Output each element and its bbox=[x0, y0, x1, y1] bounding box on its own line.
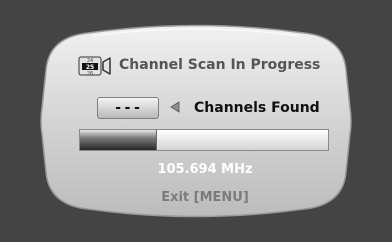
pointer-left-icon bbox=[170, 101, 180, 113]
scan-frequency: 105.694 MHz bbox=[157, 162, 253, 177]
channels-found-count: --- bbox=[97, 97, 159, 119]
icon-digit-middle: 25 bbox=[86, 64, 94, 71]
scan-progress-bar bbox=[79, 129, 329, 151]
tv-channel-scan-icon: 24 25 26 bbox=[78, 56, 111, 76]
exit-menu-hint: Exit [MENU] bbox=[161, 190, 249, 205]
scan-progress-fill bbox=[80, 130, 157, 150]
dialog-title: Channel Scan In Progress bbox=[119, 57, 321, 73]
icon-digit-bottom: 26 bbox=[87, 71, 93, 76]
scan-dialog-panel bbox=[40, 24, 352, 218]
channels-found-label: Channels Found bbox=[194, 100, 320, 116]
